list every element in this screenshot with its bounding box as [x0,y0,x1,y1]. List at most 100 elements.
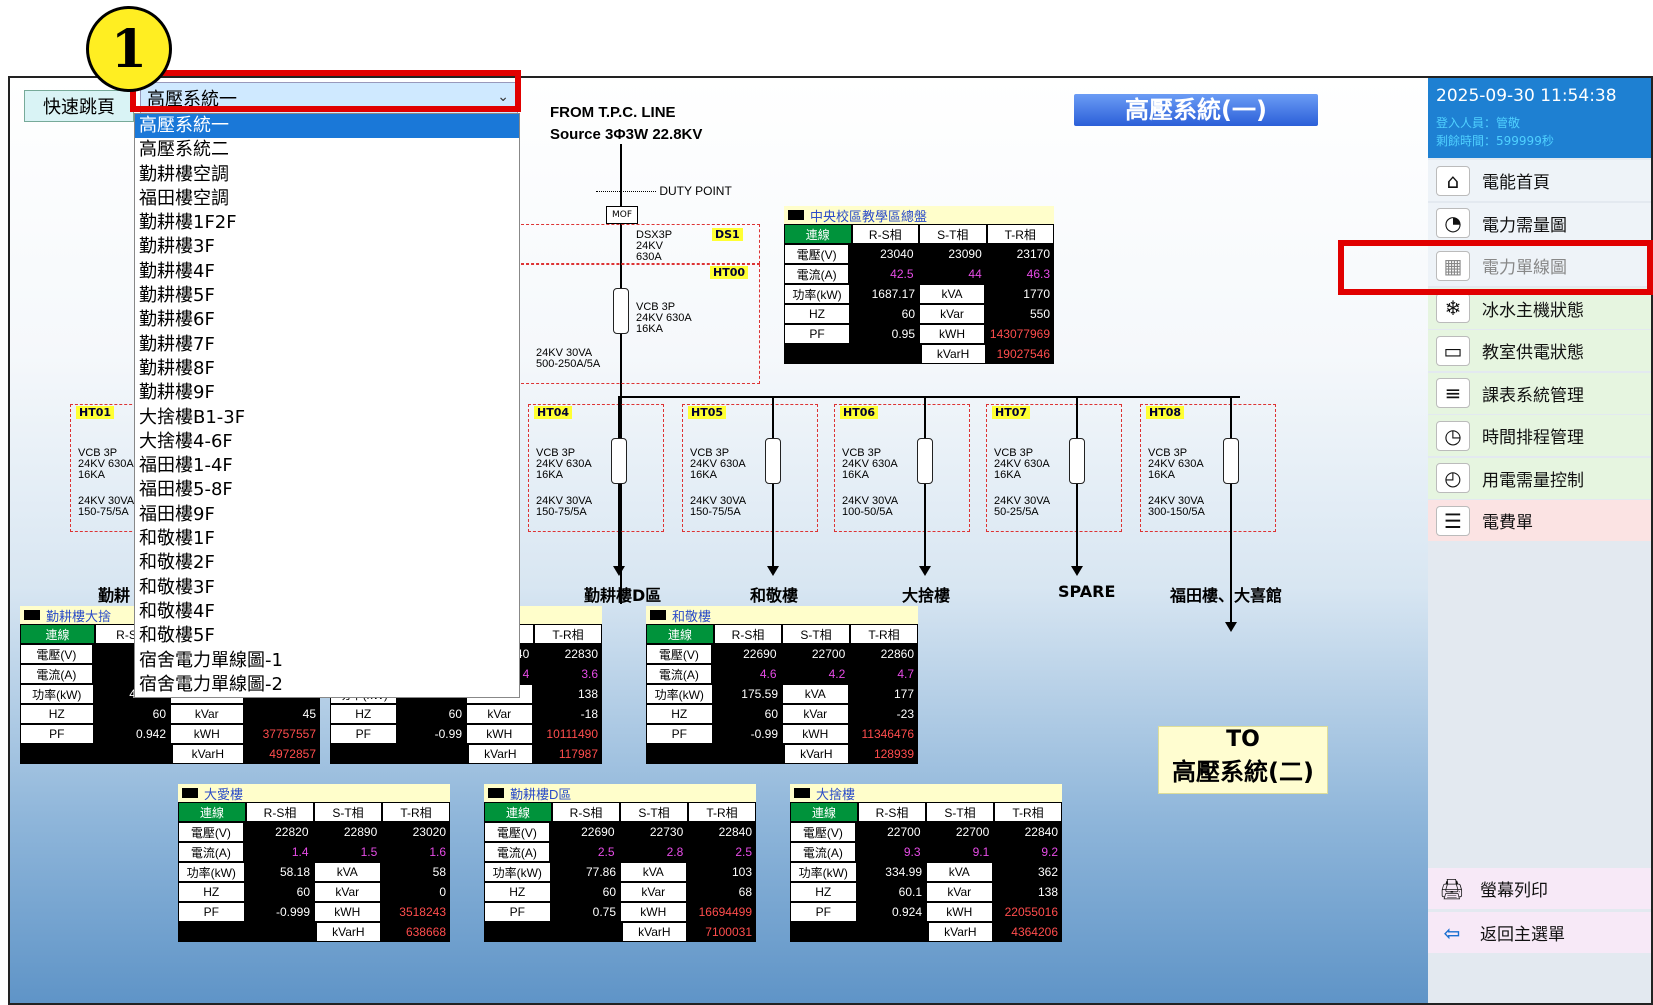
dropdown-option[interactable]: 勤耕樓6F [135,308,519,332]
meter-cell: 0 [439,885,446,899]
meter-cell: 功率(kW) [485,863,550,881]
meter-panel[interactable]: 大捨樓 連線 R-S相 S-T相 T-R相 電壓(V) 22700 22700 22840 電流(… [790,784,1062,942]
meter-cell: 0.75 [592,905,616,919]
meter-cell: 9.2 [1041,845,1058,859]
dropdown-option[interactable]: 勤耕樓9F [135,381,519,405]
dropdown-option[interactable]: 勤耕樓5F [135,284,519,308]
sidebar: 2025-09-30 11:54:38 登入人員：管敬 剩餘時間：599999秒… [1428,78,1651,1003]
sidebar-item[interactable]: ≡ 課表系統管理 [1428,372,1651,414]
dropdown-option[interactable]: 福田樓空調 [135,187,519,211]
dropdown-option[interactable]: 和敬樓2F [135,551,519,575]
meter-panel[interactable]: 勤耕樓D區 連線 R-S相 S-T相 T-R相 電壓(V) 22690 22730 22840 電… [484,784,756,942]
meter-cell: 4.6 [759,667,777,681]
dropdown-option[interactable]: 和敬樓4F [135,600,519,624]
dropdown-option[interactable]: 大捨樓B1-3F [135,406,519,430]
bay-ct-spec: 24KV 30VA 150-75/5A [78,495,135,518]
print-icon: 🖨 [1439,876,1465,901]
meter-cell: -0.99 [434,727,462,741]
feeder-arrow [613,566,625,576]
meter-panel[interactable]: 中央校區教學區總盤 連線 R-S相 S-T相 T-R相 電壓(V) 23040 23090 23… [784,206,1054,364]
meter-cell: 23090 [948,247,982,261]
meter-cell: 連線 [485,803,551,821]
bay-vcb-spec: VCB 3P 24KV 630A 16KA [536,447,592,481]
dropdown-option[interactable]: 勤耕樓8F [135,357,519,381]
meter-cell: -0.999 [275,905,310,919]
back-to-menu-button[interactable]: ⇦ 返回主選單 [1428,912,1651,953]
dropdown-option[interactable]: 和敬樓5F [135,624,519,648]
meter-cell: R-S相 [852,225,918,243]
dropdown-option[interactable]: 高壓系統二 [135,138,519,162]
meter-title: 勤耕樓D區 [484,784,756,802]
sidebar-item[interactable]: ⌂ 電能首頁 [1428,160,1651,201]
meter-cell: kVar [315,883,380,901]
meter-cell: kVar [621,883,686,901]
meter-cell: 2.5 [597,845,615,859]
meter-cell: 60.1 [898,885,922,899]
meter-cell: 138 [577,687,598,701]
meter-cell: 362 [1037,865,1058,879]
meter-cell: 2.5 [735,845,752,859]
meter-cell: 22690 [581,825,615,839]
sidebar-item[interactable]: ▭ 教室供電狀態 [1428,330,1651,371]
meter-cell: 0.924 [891,905,922,919]
meter-cell: 103 [731,865,752,879]
dropdown-option[interactable]: 高壓系統一 [135,114,519,139]
bay-tag: HT06 [840,406,879,419]
meter-cell: T-R相 [987,225,1053,243]
dropdown-option[interactable]: 勤耕樓4F [135,260,519,284]
sidebar-item[interactable]: ◷ 時間排程管理 [1428,415,1651,456]
meter-cell: 3518243 [399,905,446,919]
gauge-icon: ◔ [1436,208,1470,238]
meter-title: 中央校區教學區總盤 [784,206,1054,224]
sidebar-item[interactable]: ◴ 用電需量控制 [1428,457,1651,499]
meter-cell: kWH [467,725,532,743]
chiller-icon: ❄ [1436,293,1470,323]
dropdown-option[interactable]: 勤耕樓3F [135,235,519,259]
meter-cell: 10111490 [546,727,598,741]
dropdown-option[interactable]: 和敬樓3F [135,576,519,600]
sidebar-item[interactable]: ❄ 冰水主機狀態 [1428,287,1651,329]
sidebar-item[interactable]: ☰ 電費單 [1428,500,1651,541]
dropdown-option[interactable]: 勤耕樓空調 [135,163,519,187]
meter-panel[interactable]: 和敬樓 連線 R-S相 S-T相 T-R相 電壓(V) 22690 22700 22860 電流(… [646,606,918,764]
page-select[interactable]: 高壓系統一 ⌄ [140,82,518,114]
meter-panel[interactable]: 大愛樓 連線 R-S相 S-T相 T-R相 電壓(V) 22820 22890 23020 電流(… [178,784,450,942]
dropdown-option[interactable]: 福田樓9F [135,503,519,527]
meter-cell: 4.7 [897,667,914,681]
dropdown-option[interactable]: 宿舍電力單線圖-1 [135,649,519,673]
sidebar-item-label: 用電需量控制 [1482,470,1584,491]
meter-cell: kVar [171,705,243,723]
to-hv-system-2[interactable]: TO 高壓系統(二) [1158,726,1328,794]
dropdown-option[interactable]: 宿舍電力單線圖-2 [135,673,519,697]
print-label: 螢幕列印 [1480,881,1548,901]
bay-tag: HT04 [534,406,573,419]
sidebar-item-label: 電力需量圖 [1482,215,1567,236]
feeder-breaker [611,438,627,484]
dropdown-option[interactable]: 福田樓1-4F [135,454,519,478]
dropdown-option[interactable]: 福田樓5-8F [135,478,519,502]
sidebar-item[interactable]: ▦ 電力單線圖 [1428,245,1651,286]
meter-cell: 46.3 [1026,267,1050,281]
meter-title: 大捨樓 [790,784,1062,802]
bay-vcb-spec: VCB 3P 24KV 630A 16KA [1148,447,1204,481]
back-arrow-icon: ⇦ [1443,920,1461,945]
meter-cell: 22840 [1024,825,1058,839]
feeder-arrow [1071,566,1083,576]
dropdown-option[interactable]: 勤耕樓7F [135,333,519,357]
meter-cell: kWH [920,325,984,343]
meter-cell: 45 [302,707,316,721]
meter-cell: S-T相 [927,803,993,821]
dropdown-option[interactable]: 大捨樓4-6F [135,430,519,454]
classroom-icon: ▭ [1436,335,1470,366]
dropdown-option[interactable]: 勤耕樓1F2F [135,211,519,235]
sidebar-item[interactable]: ◔ 電力需量圖 [1428,202,1651,244]
bay-ct-spec: 24KV 30VA 300-150/5A [1148,495,1205,518]
meter-cell: 22730 [649,825,684,839]
print-screen-button[interactable]: 🖨 螢幕列印 [1428,868,1651,909]
meter-cell: 電壓(V) [791,823,855,841]
bay-ct-spec: 24KV 30VA 150-75/5A [536,495,593,518]
meter-cell: 19027546 [996,347,1050,361]
meter-cell: 11346476 [861,727,915,741]
meter-cell: S-T相 [920,225,986,243]
dropdown-option[interactable]: 和敬樓1F [135,527,519,551]
